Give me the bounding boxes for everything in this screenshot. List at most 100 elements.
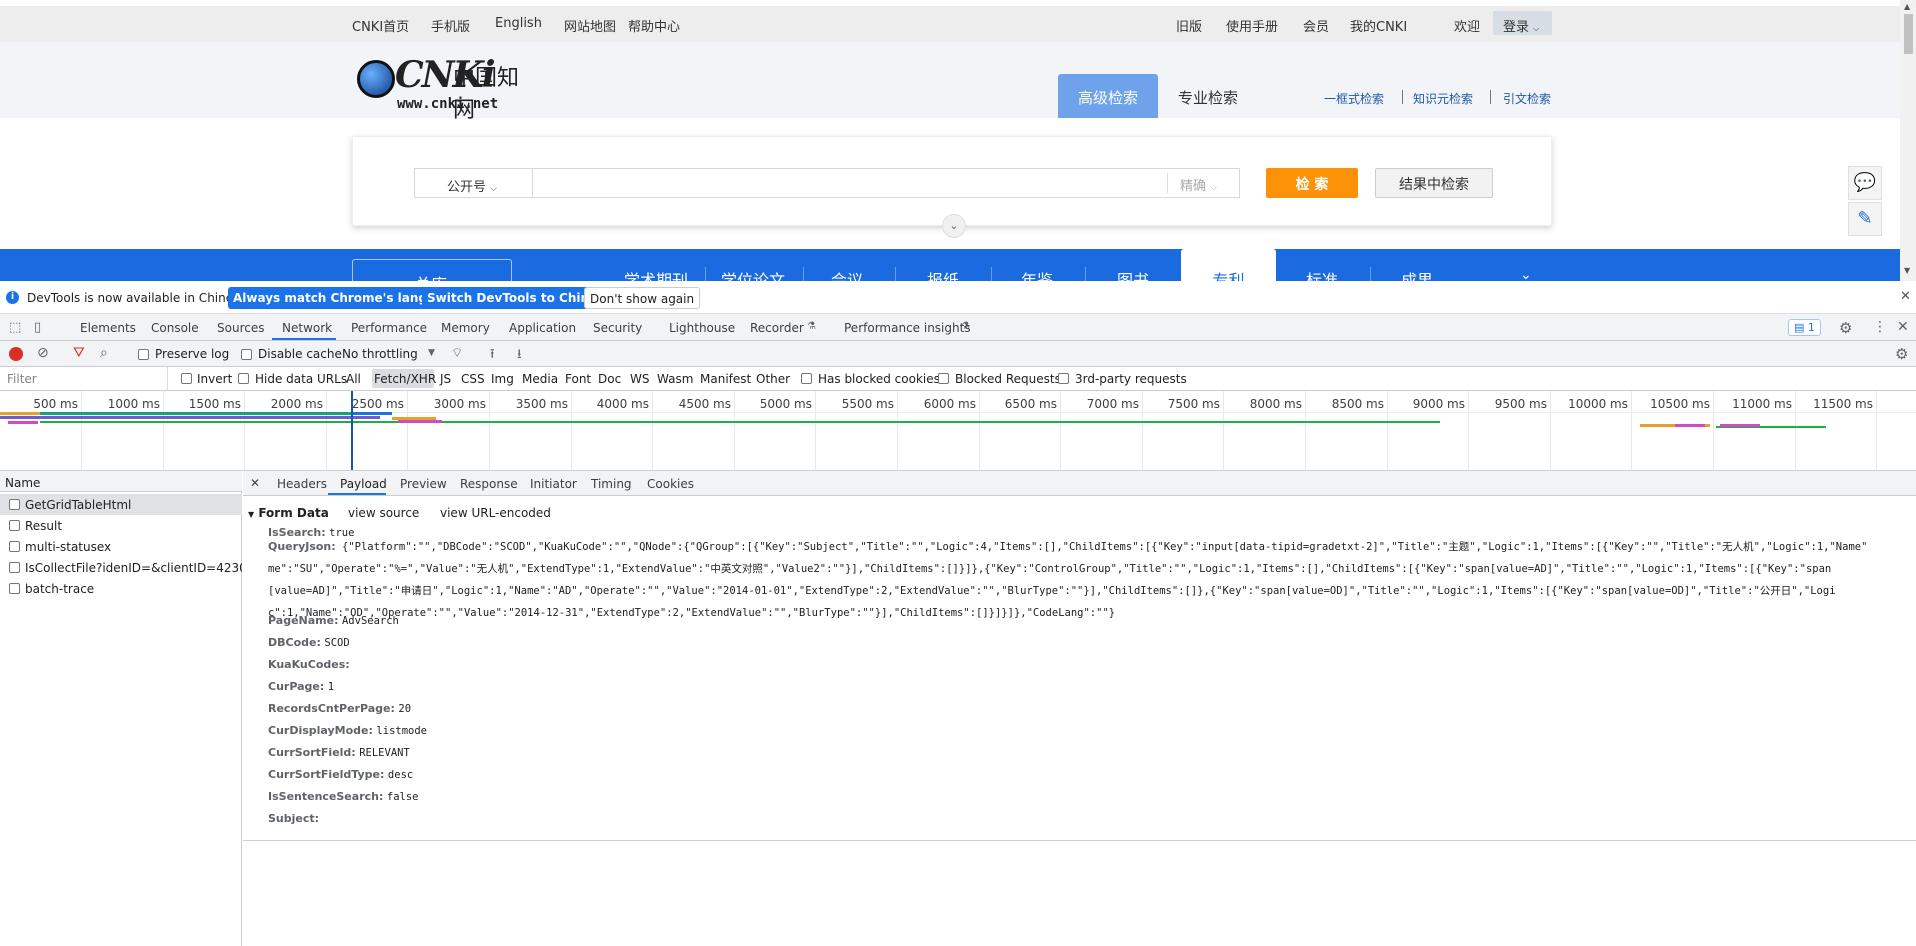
more-options-icon[interactable]: ⋮ [1873, 319, 1887, 335]
tab-recorder[interactable]: Recorder [750, 321, 804, 335]
blocked-requests-checkbox[interactable] [938, 373, 949, 384]
tab-console[interactable]: Console [151, 321, 199, 335]
hide-data-urls-checkbox[interactable] [238, 373, 249, 384]
nav-standards[interactable]: 标准 [1306, 267, 1338, 281]
filter-js[interactable]: JS [440, 372, 451, 386]
filter-css[interactable]: CSS [461, 372, 485, 386]
tab-preview[interactable]: Preview [400, 477, 447, 491]
issues-badge[interactable]: ▤ 1 [1788, 319, 1821, 336]
network-timeline[interactable]: 500 ms 1000 ms 1500 ms 2000 ms 2500 ms 3000 m… [0, 391, 1916, 471]
tab-payload[interactable]: Payload [340, 477, 387, 491]
tab-lighthouse[interactable]: Lighthouse [669, 321, 735, 335]
filter-media[interactable]: Media [522, 372, 558, 386]
filter-manifest[interactable]: Manifest [700, 372, 751, 386]
page-scrollbar[interactable]: ▲ ▼ [1900, 0, 1916, 281]
nav-books[interactable]: 图书 [1117, 267, 1149, 281]
request-row[interactable]: Result [0, 515, 242, 536]
filter-other[interactable]: Other [756, 372, 790, 386]
tab-timing[interactable]: Timing [591, 477, 632, 491]
link-help[interactable]: 帮助中心 [628, 16, 680, 35]
network-conditions-icon[interactable]: ⌔ [451, 345, 463, 361]
preserve-log-checkbox[interactable] [138, 349, 149, 360]
tab-initiator[interactable]: Initiator [530, 477, 577, 491]
close-icon[interactable]: ✕ [1900, 289, 1911, 304]
network-settings-icon[interactable]: ⚙ [1895, 345, 1908, 363]
view-source-link[interactable]: view source [348, 506, 419, 520]
tab-advanced-search[interactable]: 高级检索 [1058, 74, 1158, 118]
search-button[interactable]: 检 索 [1266, 168, 1358, 198]
nav-yearbooks[interactable]: 年鉴 [1021, 267, 1053, 281]
request-checkbox[interactable] [9, 499, 20, 510]
has-blocked-cookies-checkbox[interactable] [801, 373, 812, 384]
nav-newspapers[interactable]: 报纸 [927, 267, 959, 281]
expand-icon[interactable]: ⌄ [942, 214, 966, 238]
edit-icon[interactable]: ✎ [1848, 202, 1882, 236]
field-select[interactable]: 公开号 ⌵ [415, 169, 533, 197]
request-checkbox[interactable] [9, 562, 20, 573]
third-party-checkbox[interactable] [1058, 373, 1069, 384]
tab-elements[interactable]: Elements [80, 321, 136, 335]
request-row[interactable]: GetGridTableHtml [0, 494, 242, 515]
form-data-section[interactable]: ▼ Form Data [248, 506, 329, 520]
link-member[interactable]: 会员 [1303, 16, 1329, 35]
link-basic-search[interactable]: 一框式检索 [1324, 90, 1384, 107]
search-icon[interactable]: ⌕ [100, 345, 108, 361]
link-manual[interactable]: 使用手册 [1226, 16, 1278, 35]
throttling-select[interactable]: No throttling [342, 347, 418, 361]
nav-journals[interactable]: 学术期刊 [624, 267, 688, 281]
invert-checkbox[interactable] [181, 373, 192, 384]
nav-all-databases[interactable]: 总库 [352, 259, 512, 281]
tab-performance-insights[interactable]: Performance insights [844, 321, 971, 335]
tab-cookies[interactable]: Cookies [647, 477, 694, 491]
search-in-results-button[interactable]: 结果中检索 [1375, 168, 1493, 198]
tab-response[interactable]: Response [460, 477, 518, 491]
filter-doc[interactable]: Doc [598, 372, 621, 386]
link-sitemap[interactable]: 网站地图 [564, 16, 616, 35]
inspect-icon[interactable]: ⬚ [9, 320, 21, 335]
dont-show-again-button[interactable]: Don't show again [584, 287, 701, 309]
tab-headers[interactable]: Headers [277, 477, 327, 491]
device-toolbar-icon[interactable]: ▯ [34, 320, 41, 335]
link-english[interactable]: English [495, 16, 542, 31]
filter-fetch-xhr[interactable]: Fetch/XHR [374, 372, 436, 386]
view-url-encoded-link[interactable]: view URL-encoded [440, 506, 551, 520]
export-har-icon[interactable]: ⭳ [517, 345, 522, 367]
clear-icon[interactable]: ⊘ [37, 345, 49, 361]
nav-achievements[interactable]: 成果 [1401, 267, 1433, 281]
disable-cache-checkbox[interactable] [241, 349, 252, 360]
tab-network[interactable]: Network [282, 321, 332, 335]
filter-input[interactable]: Filter [0, 367, 168, 390]
request-row[interactable]: multi-statusex [0, 536, 242, 557]
tab-professional-search[interactable]: 专业检索 [1178, 87, 1238, 108]
link-cnki-home[interactable]: CNKI首页 [352, 16, 409, 35]
feedback-icon[interactable]: 💬 [1848, 166, 1882, 200]
gear-icon[interactable]: ⚙ [1839, 319, 1852, 337]
filter-icon[interactable]: ⛛ [73, 345, 85, 361]
tab-application[interactable]: Application [509, 321, 576, 335]
scroll-down-icon[interactable]: ▼ [1904, 266, 1910, 275]
nav-patents[interactable]: 专利 [1181, 249, 1276, 281]
filter-wasm[interactable]: Wasm [657, 372, 693, 386]
chevron-down-icon[interactable]: ⌄ [1520, 267, 1532, 281]
link-old-version[interactable]: 旧版 [1176, 16, 1202, 35]
filter-img[interactable]: Img [491, 372, 514, 386]
link-citation-search[interactable]: 引文检索 [1503, 90, 1551, 107]
filter-font[interactable]: Font [565, 372, 591, 386]
request-checkbox[interactable] [9, 583, 20, 594]
accuracy-select[interactable]: 精确 ⌵ [1167, 173, 1239, 194]
timeline-cursor[interactable] [351, 391, 353, 470]
tab-sources[interactable]: Sources [217, 321, 264, 335]
cnki-logo[interactable]: CNKi 中国知网 www.cnki.net [355, 54, 535, 123]
close-detail-icon[interactable]: ✕ [250, 476, 260, 490]
record-icon[interactable] [9, 347, 23, 361]
link-my-cnki[interactable]: 我的CNKI [1350, 16, 1407, 35]
nav-theses[interactable]: 学位论文 [721, 267, 785, 281]
close-devtools-icon[interactable]: ✕ [1897, 319, 1909, 335]
nav-conferences[interactable]: 会议 [831, 267, 863, 281]
login-button[interactable]: 登录 ⌵ [1493, 11, 1552, 35]
import-har-icon[interactable]: ⭱ [490, 345, 495, 367]
filter-all[interactable]: All [346, 372, 361, 386]
tab-memory[interactable]: Memory [441, 321, 490, 335]
scrollbar-thumb[interactable] [1904, 14, 1913, 54]
request-row[interactable]: batch-trace [0, 578, 242, 599]
